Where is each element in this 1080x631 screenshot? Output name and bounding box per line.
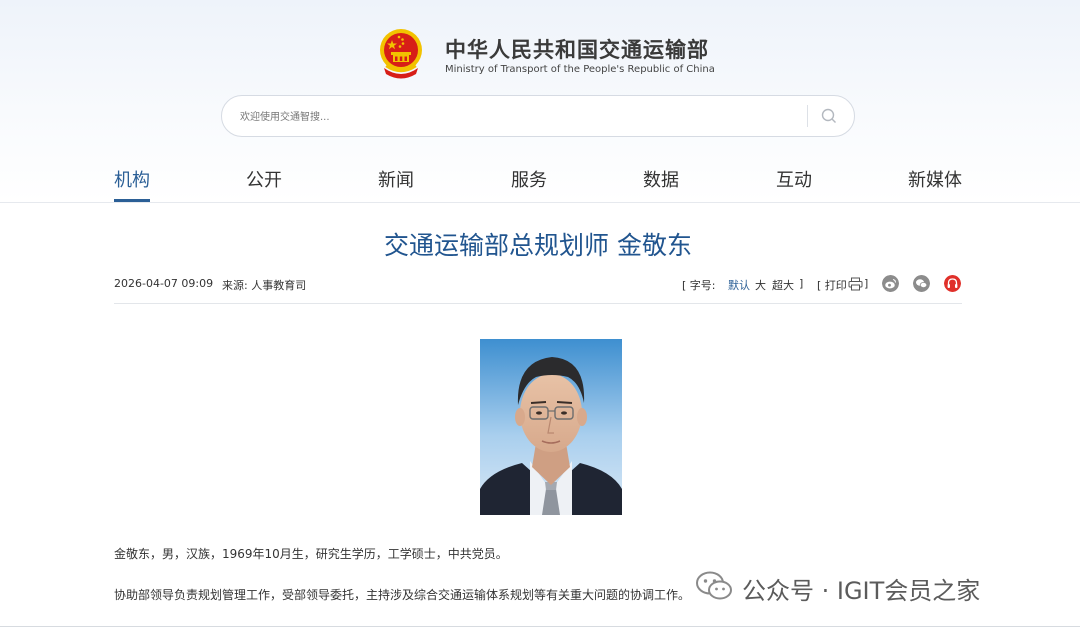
site-header: 中华人民共和国交通运输部 Ministry of Transport of th… [0,0,1080,203]
nav-item-xinmeiti[interactable]: 新媒体 [908,166,962,202]
site-name-cn: 中华人民共和国交通运输部 [445,38,709,62]
article-meta: 2026-04-07 09:09 来源: 人事教育司 [ 字号: 默认 大 超大… [114,275,962,293]
article-source: 来源: 人事教育司 [222,279,307,292]
printer-icon[interactable] [848,277,863,291]
wechat-watermark: 公众号 · IGIT会员之家 [694,568,1054,605]
font-size-default-link[interactable]: 默认 [728,277,750,293]
qzone-icon[interactable] [944,275,961,292]
font-size-xlarge-link[interactable]: 超大 [772,277,794,293]
article-paragraph: 金敬东，男，汉族，1969年10月生，研究生学历，工学硕士，中共党员。 [114,547,508,561]
nav-item-xinwen[interactable]: 新闻 [378,166,414,202]
nav-item-hudong[interactable]: 互动 [776,166,812,202]
article-tools: [ 字号: 默认 大 超大 ] [ 打印 ] [682,275,962,293]
main-nav: 机构 公开 新闻 服务 数据 互动 新媒体 [0,166,1080,202]
site-brand[interactable]: 中华人民共和国交通运输部 Ministry of Transport of th… [378,28,718,82]
nav-active-underline [114,199,150,202]
site-name-en: Ministry of Transport of the People's Re… [445,64,715,75]
nav-item-fuwu[interactable]: 服务 [511,166,547,202]
print-link[interactable]: [ 打印 [817,277,847,293]
page: 中华人民共和国交通运输部 Ministry of Transport of th… [0,0,1080,631]
nav-label: 新媒体 [908,170,962,191]
font-size-close: ] [799,277,804,290]
nav-item-jigou[interactable]: 机构 [114,166,150,202]
font-size-large-link[interactable]: 大 [755,277,766,293]
nav-label: 公开 [246,170,282,191]
meta-divider [114,303,962,304]
font-size-label: [ 字号: [682,279,716,292]
nav-label: 数据 [643,170,679,191]
search-bar [221,95,855,137]
nav-label: 新闻 [378,170,414,191]
national-emblem-icon [380,29,422,79]
official-portrait-image [480,339,622,515]
wechat-watermark-icon [696,571,732,600]
article-title: 交通运输部总规划师 金敬东 [384,231,692,260]
nav-label: 机构 [114,170,150,191]
wechat-icon[interactable] [913,275,930,292]
search-icon [821,108,836,123]
bottom-divider [0,626,1080,627]
weibo-icon[interactable] [882,275,899,292]
nav-label: 互动 [776,170,812,191]
search-button[interactable] [814,102,844,130]
publish-date: 2026-04-07 09:09 [114,277,214,290]
search-divider [807,105,808,127]
nav-label: 服务 [511,170,547,191]
print-close: ] [864,277,869,290]
nav-item-gongkai[interactable]: 公开 [246,166,282,202]
article-paragraph: 协助部领导负责规划管理工作，受部领导委托，主持涉及综合交通运输体系规划等有关重大… [114,588,691,602]
search-input[interactable] [238,104,802,130]
watermark-text: 公众号 · IGIT会员之家 [742,577,981,605]
nav-item-shuju[interactable]: 数据 [643,166,679,202]
